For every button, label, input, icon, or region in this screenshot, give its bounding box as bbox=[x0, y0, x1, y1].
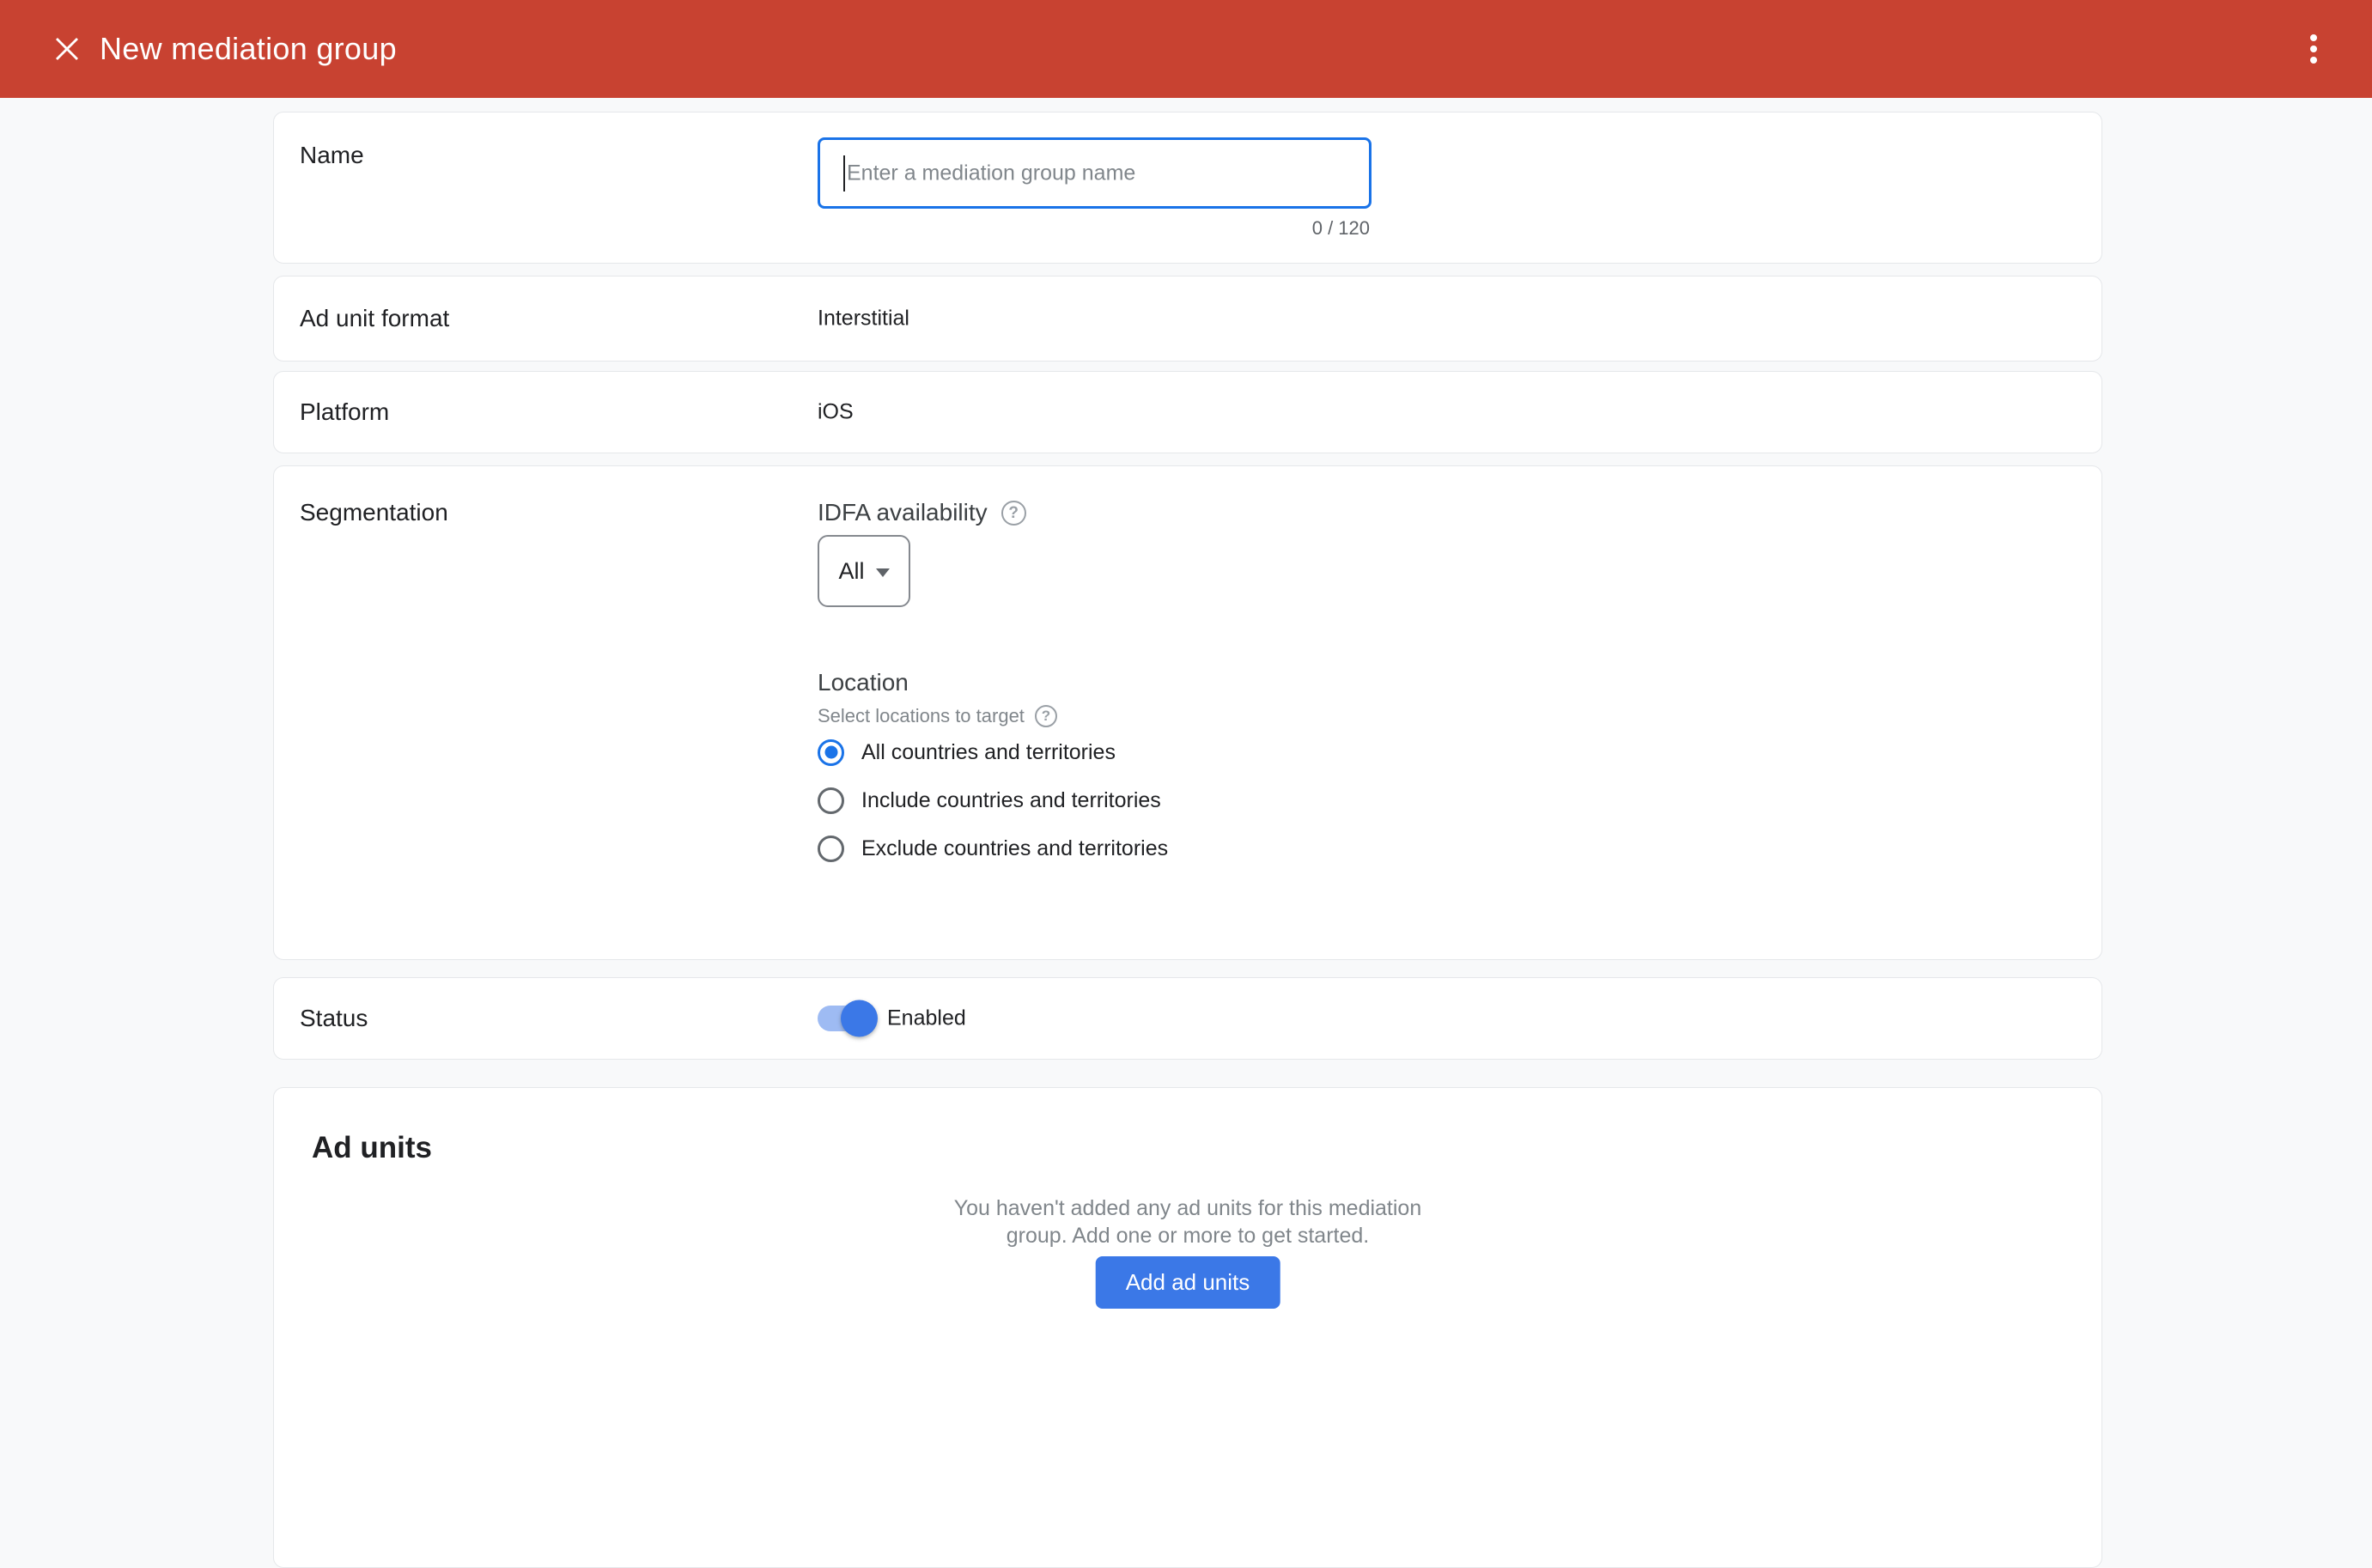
radio-include-countries[interactable]: Include countries and territories bbox=[818, 785, 1161, 816]
close-button[interactable] bbox=[43, 25, 91, 73]
text-caret bbox=[843, 155, 845, 191]
chevron-down-icon bbox=[876, 568, 890, 577]
radio-button-icon bbox=[818, 739, 844, 766]
char-counter: 0 / 120 bbox=[1312, 217, 1370, 240]
location-heading: Location bbox=[818, 669, 909, 696]
help-icon[interactable]: ? bbox=[1001, 501, 1026, 526]
ad-units-card: Ad units You haven't added any ad units … bbox=[273, 1087, 2102, 1568]
name-input[interactable]: Enter a mediation group name bbox=[818, 137, 1372, 209]
radio-button-icon bbox=[818, 836, 844, 862]
ad-unit-format-row-card: Ad unit format Interstitial bbox=[273, 276, 2102, 362]
idfa-availability-dropdown[interactable]: All bbox=[818, 535, 910, 607]
page-title: New mediation group bbox=[100, 31, 397, 67]
name-label: Name bbox=[300, 142, 364, 169]
toggle-thumb bbox=[841, 1000, 878, 1037]
status-toggle[interactable] bbox=[818, 1006, 873, 1031]
segmentation-label: Segmentation bbox=[300, 499, 448, 526]
platform-label: Platform bbox=[300, 398, 389, 426]
status-row-card: Status Enabled bbox=[273, 977, 2102, 1060]
name-input-placeholder: Enter a mediation group name bbox=[847, 161, 1135, 185]
platform-value: iOS bbox=[818, 400, 854, 425]
platform-row-card: Platform iOS bbox=[273, 371, 2102, 453]
radio-exclude-countries[interactable]: Exclude countries and territories bbox=[818, 833, 1168, 864]
idfa-availability-heading: IDFA availability ? bbox=[818, 499, 1026, 526]
ad-unit-format-label: Ad unit format bbox=[300, 305, 449, 332]
ad-unit-format-value: Interstitial bbox=[818, 307, 909, 331]
radio-button-icon bbox=[818, 787, 844, 814]
status-label: Status bbox=[300, 1005, 368, 1032]
close-icon bbox=[54, 36, 80, 62]
status-value: Enabled bbox=[887, 1006, 966, 1031]
segmentation-row-card: Segmentation IDFA availability ? All Loc… bbox=[273, 465, 2102, 960]
idfa-dropdown-value: All bbox=[838, 558, 864, 585]
kebab-menu-icon bbox=[2310, 34, 2317, 41]
overflow-menu-button[interactable] bbox=[2290, 25, 2338, 73]
help-icon[interactable]: ? bbox=[1035, 705, 1057, 727]
ad-units-heading: Ad units bbox=[312, 1131, 432, 1165]
app-bar: New mediation group bbox=[0, 0, 2372, 98]
ad-units-empty-message: You haven't added any ad units for this … bbox=[947, 1194, 1428, 1249]
radio-all-countries[interactable]: All countries and territories bbox=[818, 737, 1116, 768]
add-ad-units-button[interactable]: Add ad units bbox=[1096, 1256, 1280, 1309]
location-subheading: Select locations to target ? bbox=[818, 705, 1057, 727]
name-row-card: Name Enter a mediation group name 0 / 12… bbox=[273, 112, 2102, 264]
